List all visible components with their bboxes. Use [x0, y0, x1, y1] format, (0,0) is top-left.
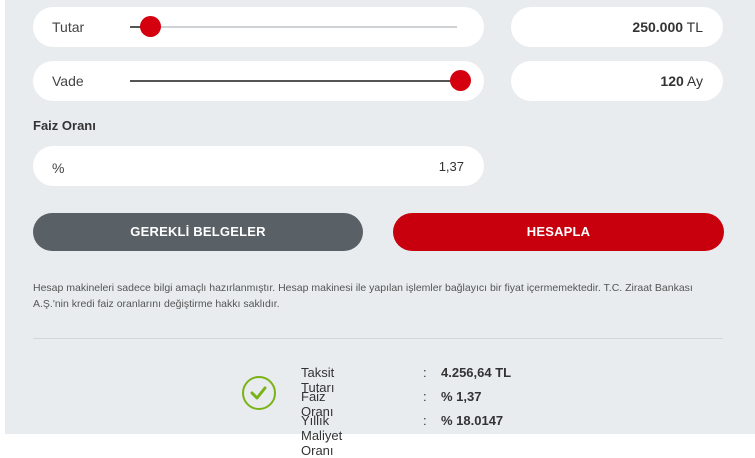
result-separator: : [423, 389, 427, 404]
disclaimer-text: Hesap makineleri sadece bilgi amaçlı haz… [33, 282, 693, 310]
amount-slider-track[interactable] [130, 16, 457, 37]
amount-slider-thumb[interactable] [139, 16, 161, 37]
required-documents-button[interactable]: GEREKLİ BELGELER [33, 213, 363, 251]
term-unit: Ay [686, 73, 703, 89]
amount-value-display: 250.000 TL [632, 19, 703, 35]
term-slider-track[interactable] [130, 70, 471, 91]
result-separator: : [423, 365, 427, 380]
interest-prefix: % [52, 160, 65, 176]
amount-value: 250.000 [632, 19, 684, 35]
interest-field[interactable]: % 1,37 [33, 146, 484, 186]
term-slider-thumb[interactable] [450, 70, 471, 91]
result-value: % 18.0147 [441, 413, 504, 428]
result-separator: : [423, 413, 427, 428]
result-value: % 1,37 [441, 389, 482, 404]
result-label: Yıllık Maliyet Oranı [301, 413, 343, 458]
amount-slider-field: Tutar [33, 7, 484, 47]
term-value: 120 [660, 73, 684, 89]
amount-value-field[interactable]: 250.000 TL [511, 7, 723, 47]
check-circle-icon [242, 376, 276, 410]
interest-value: 1,37 [438, 159, 464, 174]
term-value-display: 120 Ay [660, 73, 703, 89]
result-value: 4.256,64 TL [441, 365, 512, 380]
divider [33, 338, 723, 339]
term-slider-field: Vade [33, 61, 484, 101]
term-label: Vade [52, 73, 84, 89]
amount-label: Tutar [52, 19, 85, 35]
term-slider-fill [130, 80, 460, 82]
calculate-button[interactable]: HESAPLA [393, 213, 724, 251]
interest-section-label: Faiz Oranı [33, 118, 96, 133]
term-value-field[interactable]: 120 Ay [511, 61, 723, 101]
amount-unit: TL [686, 19, 703, 35]
